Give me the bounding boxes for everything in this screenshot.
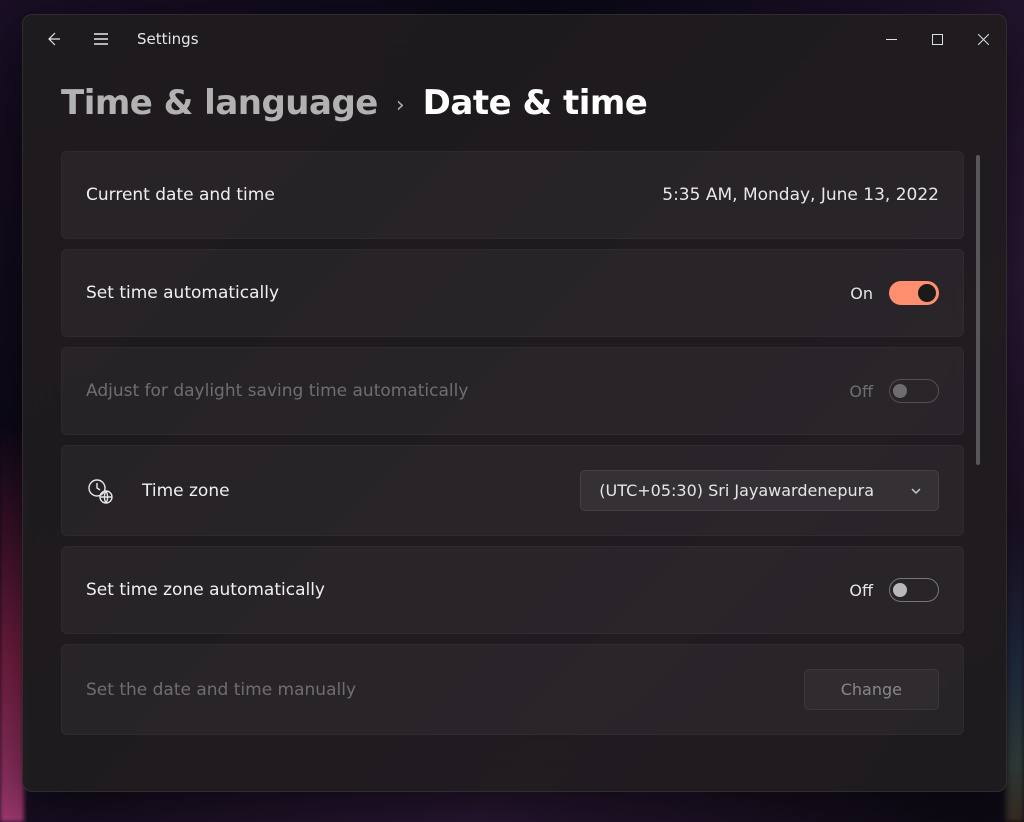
maximize-icon — [932, 34, 943, 45]
titlebar-nav: Settings — [29, 17, 199, 61]
toggle-knob — [893, 583, 907, 597]
dst-auto-toggle — [889, 379, 939, 403]
dst-auto-card: Adjust for daylight saving time automati… — [61, 347, 964, 435]
breadcrumb-parent[interactable]: Time & language — [61, 83, 378, 123]
window-title: Settings — [137, 30, 199, 48]
breadcrumb: Time & language › Date & time — [23, 63, 1006, 151]
toggle-group: On — [850, 281, 939, 305]
set-timezone-auto-card: Set time zone automatically Off — [61, 546, 964, 634]
card-label: Adjust for daylight saving time automati… — [86, 381, 468, 401]
set-timezone-auto-toggle[interactable] — [889, 578, 939, 602]
toggle-knob — [918, 284, 936, 302]
set-manual-card: Set the date and time manually Change — [61, 644, 964, 735]
card-label: Current date and time — [86, 185, 275, 205]
maximize-button[interactable] — [914, 17, 960, 61]
close-icon — [978, 34, 989, 45]
current-datetime-card: Current date and time 5:35 AM, Monday, J… — [61, 151, 964, 239]
menu-button[interactable] — [77, 17, 125, 61]
current-datetime-value: 5:35 AM, Monday, June 13, 2022 — [662, 185, 939, 205]
dropdown-selected-value: (UTC+05:30) Sri Jayawardenepura — [599, 481, 874, 500]
desktop-wallpaper-accent — [0, 422, 24, 822]
window-controls — [868, 17, 1006, 61]
settings-window: Settings Time & language › Date & time C… — [22, 14, 1007, 792]
chevron-down-icon — [910, 485, 922, 497]
titlebar: Settings — [23, 15, 1006, 63]
toggle-state-label: Off — [849, 382, 873, 401]
minimize-icon — [886, 34, 897, 45]
arrow-left-icon — [45, 31, 61, 47]
settings-list: Current date and time 5:35 AM, Monday, J… — [61, 151, 976, 769]
scrollbar-thumb[interactable] — [976, 155, 980, 465]
back-button[interactable] — [29, 17, 77, 61]
toggle-state-label: On — [850, 284, 873, 303]
hamburger-icon — [93, 31, 109, 47]
toggle-group: Off — [849, 379, 939, 403]
breadcrumb-current: Date & time — [423, 83, 648, 123]
card-label: Set the date and time manually — [86, 680, 356, 700]
content-area: Current date and time 5:35 AM, Monday, J… — [23, 151, 1006, 791]
desktop-wallpaper-accent — [1006, 522, 1024, 822]
card-label: Time zone — [142, 481, 230, 501]
card-label: Set time zone automatically — [86, 580, 325, 600]
toggle-group: Off — [849, 578, 939, 602]
timezone-card: Time zone (UTC+05:30) Sri Jayawardenepur… — [61, 445, 964, 536]
card-label: Set time automatically — [86, 283, 279, 303]
set-time-auto-card: Set time automatically On — [61, 249, 964, 337]
timezone-dropdown[interactable]: (UTC+05:30) Sri Jayawardenepura — [580, 470, 939, 511]
toggle-state-label: Off — [849, 581, 873, 600]
toggle-knob — [893, 384, 907, 398]
close-button[interactable] — [960, 17, 1006, 61]
chevron-right-icon: › — [396, 93, 405, 118]
set-time-auto-toggle[interactable] — [889, 281, 939, 305]
globe-clock-icon — [86, 477, 114, 505]
minimize-button[interactable] — [868, 17, 914, 61]
change-datetime-button: Change — [804, 669, 939, 710]
